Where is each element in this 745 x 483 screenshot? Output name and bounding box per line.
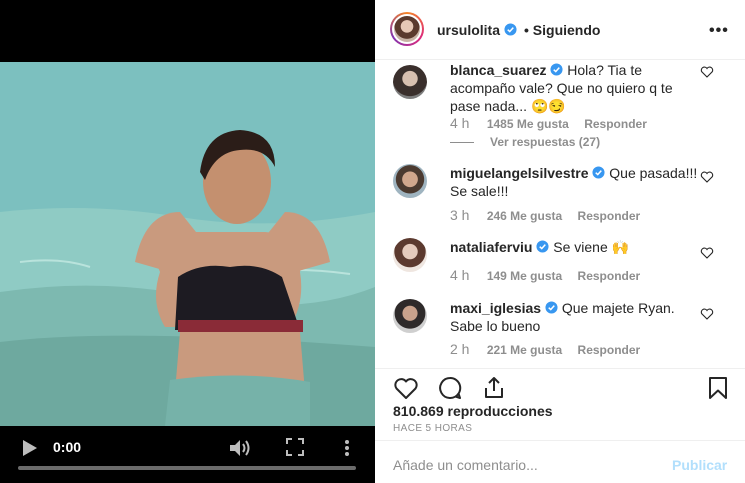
verified-badge-icon: [550, 63, 563, 76]
follow-status[interactable]: • Siguiendo: [524, 22, 600, 38]
comment-content: Se viene 🙌: [553, 239, 630, 255]
post-actions: 810.869 reproducciones HACE 5 HORAS: [375, 368, 745, 438]
comments-list: blanca_suarez Hola? Tia te acompaño vale…: [375, 61, 745, 367]
reply-button[interactable]: Responder: [578, 209, 641, 223]
comment-username[interactable]: blanca_suarez: [450, 62, 547, 78]
publish-button[interactable]: Publicar: [672, 457, 727, 473]
play-icon[interactable]: [22, 439, 38, 457]
video-still-image: [0, 62, 375, 426]
comment-time[interactable]: 3 h: [450, 207, 469, 223]
more-options-icon[interactable]: [342, 438, 352, 458]
verified-badge-icon: [504, 23, 517, 36]
like-heart-icon[interactable]: [700, 65, 714, 79]
like-heart-icon[interactable]: [700, 307, 714, 321]
verified-badge-icon: [536, 240, 549, 253]
comment-username[interactable]: maxi_iglesias: [450, 300, 541, 316]
video-player[interactable]: 0:00: [0, 0, 375, 483]
video-time: 0:00: [53, 439, 82, 455]
more-options-button[interactable]: •••: [709, 22, 729, 40]
comment-input[interactable]: Añade un comentario...: [393, 457, 538, 473]
comment-text: blanca_suarez Hola? Tia te acompaño vale…: [450, 61, 700, 115]
comment-meta: 4 h 1485 Me gusta Responder: [450, 115, 659, 131]
reply-button[interactable]: Responder: [584, 117, 647, 131]
comment-text: maxi_iglesias Que majete Ryan. Sabe lo b…: [450, 299, 700, 335]
comment-meta: 2 h 221 Me gusta Responder: [450, 341, 652, 357]
comment-likes[interactable]: 1485 Me gusta: [487, 117, 569, 131]
comment-meta: 4 h 149 Me gusta Responder: [450, 267, 652, 283]
avatar[interactable]: [390, 12, 424, 46]
comment-text: miguelangelsilvestre Que pasada!!! Se sa…: [450, 164, 700, 200]
add-comment-bar: Añade un comentario... Publicar: [375, 440, 745, 483]
fullscreen-icon[interactable]: [286, 438, 304, 456]
like-heart-icon[interactable]: [393, 375, 419, 401]
comment-username[interactable]: nataliaferviu: [450, 239, 532, 255]
avatar[interactable]: [393, 238, 427, 272]
share-icon[interactable]: [481, 375, 507, 401]
reply-button[interactable]: Responder: [578, 343, 641, 357]
view-replies-label[interactable]: Ver respuestas (27): [490, 135, 600, 149]
like-heart-icon[interactable]: [700, 170, 714, 184]
comment-bubble-icon[interactable]: [437, 375, 463, 401]
post-side-panel: ursulolita • Siguiendo ••• blanca_suarez…: [375, 0, 745, 483]
avatar[interactable]: [393, 164, 427, 198]
post-username-text[interactable]: ursulolita: [437, 22, 500, 38]
comment-time[interactable]: 4 h: [450, 115, 469, 131]
reply-button[interactable]: Responder: [578, 269, 641, 283]
comment-likes[interactable]: 149 Me gusta: [487, 269, 562, 283]
comment-likes[interactable]: 221 Me gusta: [487, 343, 562, 357]
comment-time[interactable]: 2 h: [450, 341, 469, 357]
comment-text: nataliaferviu Se viene 🙌: [450, 238, 700, 256]
verified-badge-icon: [592, 166, 605, 179]
view-replies-button[interactable]: Ver respuestas (27): [450, 135, 600, 149]
post-header: ursulolita • Siguiendo •••: [375, 0, 745, 60]
video-progress-bar[interactable]: [18, 466, 356, 470]
video-controls: 0:00: [0, 430, 375, 483]
volume-icon[interactable]: [228, 438, 252, 458]
like-heart-icon[interactable]: [700, 246, 714, 260]
verified-badge-icon: [545, 301, 558, 314]
post-username[interactable]: ursulolita: [437, 22, 517, 38]
post-date[interactable]: HACE 5 HORAS: [393, 423, 472, 434]
comment-meta: 3 h 246 Me gusta Responder: [450, 207, 652, 223]
separator-dot: •: [524, 22, 529, 38]
bookmark-icon[interactable]: [705, 375, 731, 401]
avatar[interactable]: [393, 299, 427, 333]
avatar[interactable]: [393, 65, 427, 99]
follow-status-label[interactable]: Siguiendo: [533, 22, 601, 38]
views-count[interactable]: 810.869 reproducciones: [393, 403, 553, 419]
video-frame[interactable]: [0, 62, 375, 426]
comment-time[interactable]: 4 h: [450, 267, 469, 283]
comment-likes[interactable]: 246 Me gusta: [487, 209, 562, 223]
comment-username[interactable]: miguelangelsilvestre: [450, 165, 589, 181]
replies-divider: [450, 142, 474, 144]
